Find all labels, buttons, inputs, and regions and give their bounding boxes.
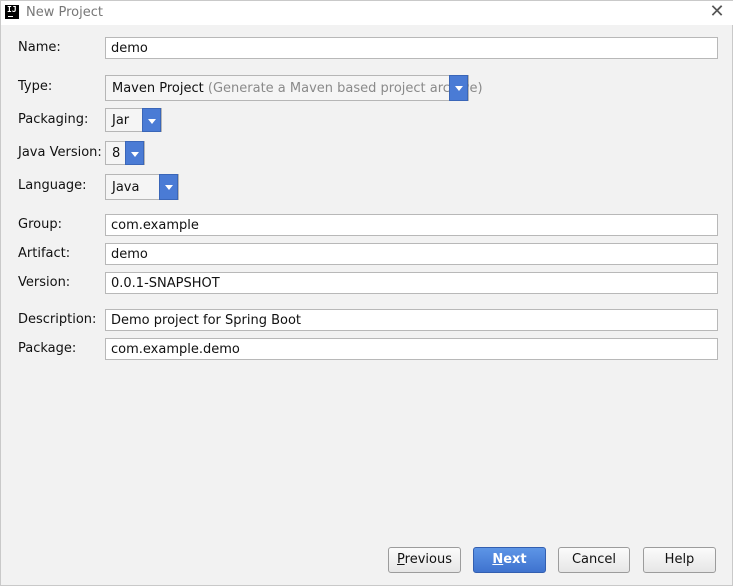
packaging-value: Jar — [112, 113, 130, 128]
type-label: Type: — [18, 79, 53, 94]
intellij-app-icon: IJ — [5, 5, 19, 19]
description-field[interactable]: Demo project for Spring Boot — [105, 309, 718, 331]
window-title: New Project — [26, 5, 103, 20]
java-version-value: 8 — [112, 146, 121, 161]
chevron-down-icon[interactable] — [449, 75, 468, 101]
previous-label: revious — [404, 552, 452, 567]
packaging-select[interactable]: Jar — [105, 108, 162, 132]
help-button[interactable]: Help — [643, 547, 716, 573]
packaging-label: Packaging: — [18, 112, 89, 127]
version-value: 0.0.1-SNAPSHOT — [111, 276, 220, 291]
previous-button[interactable]: Previous — [388, 547, 461, 573]
name-label: Name: — [18, 40, 61, 55]
type-value: Maven Project — [112, 81, 204, 96]
version-label: Version: — [18, 275, 71, 290]
language-value: Java — [112, 180, 140, 195]
name-value: demo — [111, 41, 148, 56]
java-version-label: Java Version: — [18, 145, 102, 160]
version-field[interactable]: 0.0.1-SNAPSHOT — [105, 272, 718, 294]
type-select[interactable]: Maven Project (Generate a Maven based pr… — [105, 75, 483, 101]
previous-mnemonic: P — [397, 552, 405, 567]
language-select[interactable]: Java — [105, 174, 179, 200]
next-mnemonic: N — [492, 552, 504, 567]
description-value: Demo project for Spring Boot — [111, 313, 302, 328]
artifact-field[interactable]: demo — [105, 243, 718, 265]
chevron-down-icon[interactable] — [142, 108, 161, 132]
language-label: Language: — [18, 178, 87, 193]
close-icon[interactable]: ✕ — [709, 3, 725, 21]
artifact-value: demo — [111, 247, 148, 262]
chevron-down-icon[interactable] — [125, 141, 144, 165]
name-field[interactable]: demo — [105, 37, 718, 59]
package-value: com.example.demo — [111, 342, 240, 357]
next-label: ext — [503, 552, 527, 567]
package-label: Package: — [18, 341, 77, 356]
next-button[interactable]: Next — [473, 547, 546, 573]
title-bar: IJ New Project ✕ — [1, 1, 733, 25]
cancel-button[interactable]: Cancel — [558, 547, 630, 573]
artifact-label: Artifact: — [18, 246, 71, 261]
chevron-down-icon[interactable] — [159, 174, 178, 200]
new-project-dialog: IJ New Project ✕ Name: demo Type: Maven … — [0, 0, 733, 586]
group-label: Group: — [18, 217, 62, 232]
description-label: Description: — [18, 312, 97, 327]
group-value: com.example — [111, 218, 199, 233]
type-hint: (Generate a Maven based project archive) — [207, 81, 483, 96]
group-field[interactable]: com.example — [105, 214, 718, 236]
java-version-select[interactable]: 8 — [105, 141, 145, 165]
package-field[interactable]: com.example.demo — [105, 338, 718, 360]
